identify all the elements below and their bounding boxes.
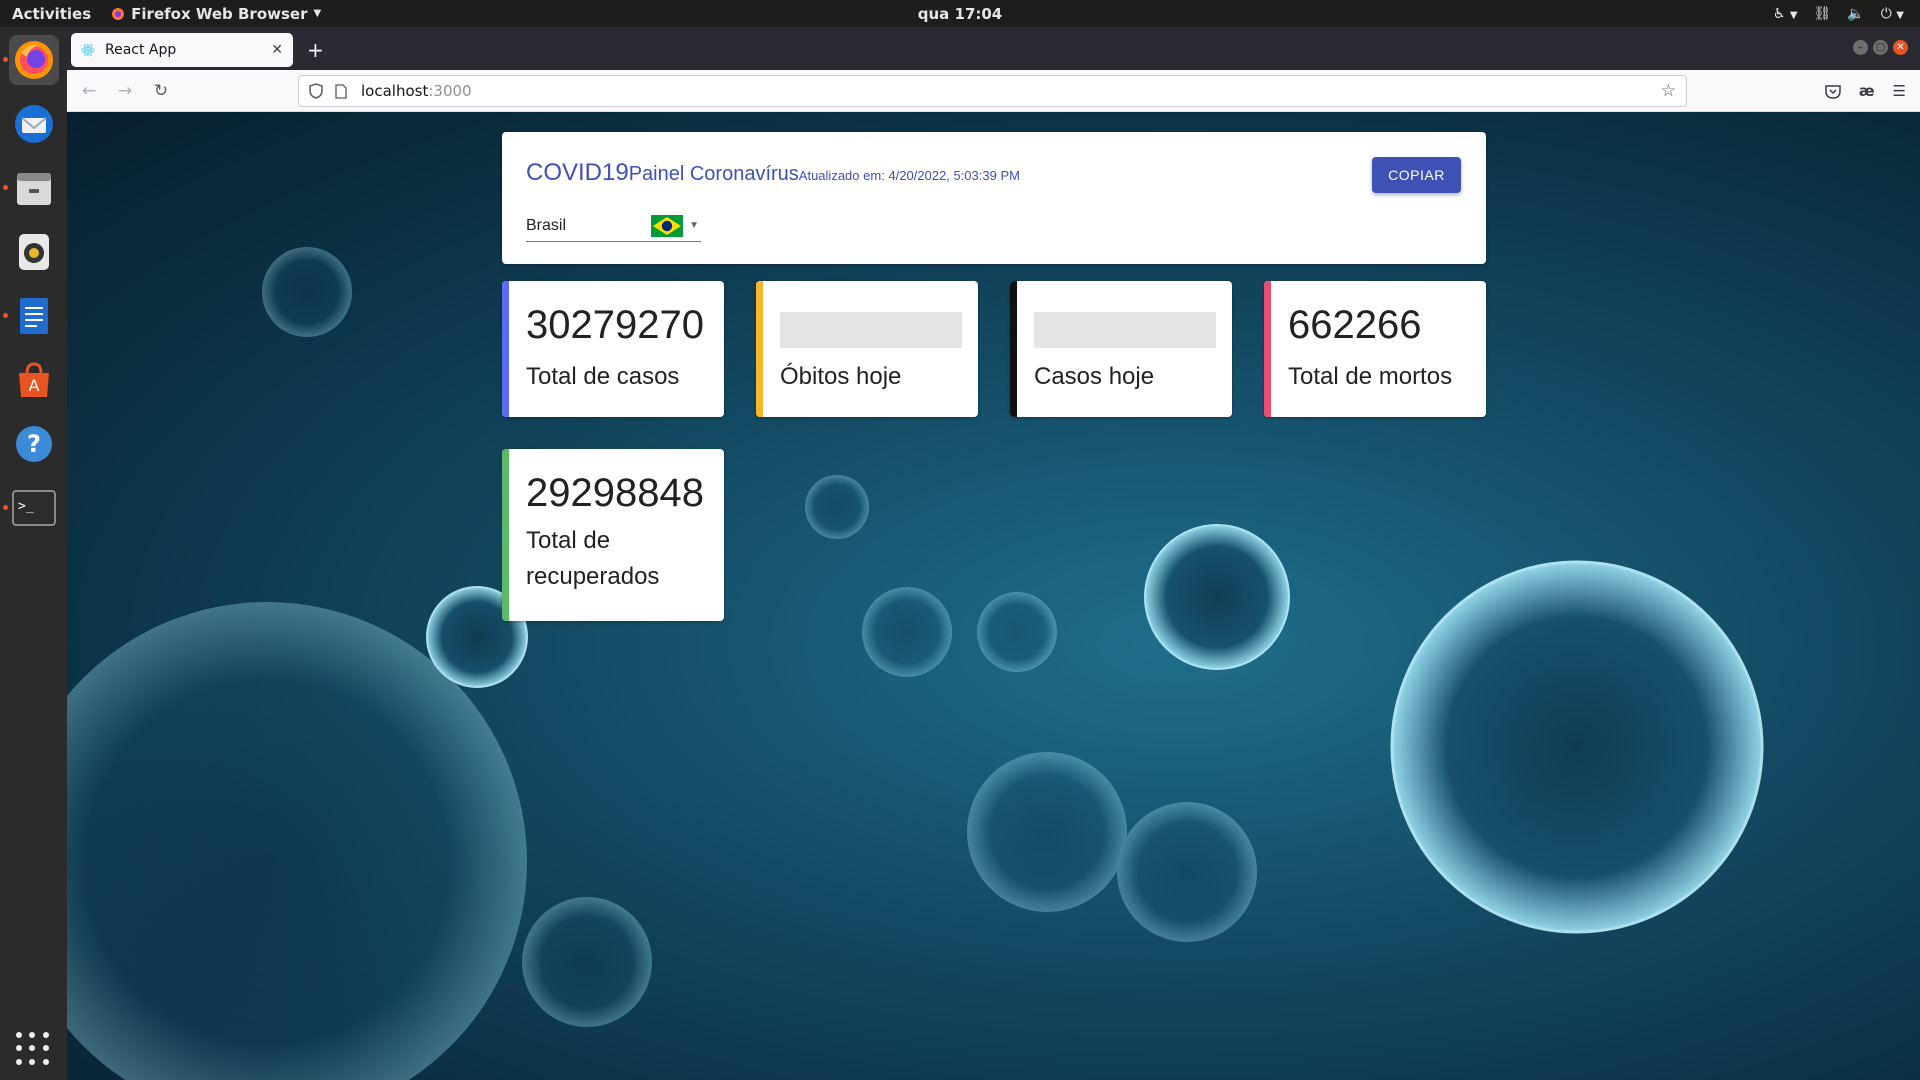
back-button[interactable]: ←: [71, 81, 107, 101]
chevron-down-icon: ▼: [313, 8, 322, 19]
forward-button[interactable]: →: [107, 81, 143, 101]
hamburger-menu-icon[interactable]: ☰: [1893, 82, 1906, 100]
dock-terminal[interactable]: >_: [2, 483, 59, 533]
url-port: :3000: [428, 82, 472, 100]
dock-rhythmbox[interactable]: [9, 227, 59, 277]
updated-timestamp: Atualizado em: 4/20/2022, 5:03:39 PM: [798, 168, 1020, 183]
browser-nav-bar: ← → ↻ localhost:3000 ☆ æ ☰: [67, 70, 1920, 112]
card-accent-bar: [502, 281, 509, 417]
firefox-small-icon: [112, 7, 125, 20]
card-label: Total de mortos: [1288, 363, 1453, 390]
writer-icon: [19, 298, 48, 334]
card-label: Casos hoje: [1034, 363, 1155, 390]
close-tab-icon[interactable]: ✕: [271, 42, 283, 58]
gnome-top-bar: Activities Firefox Web Browser ▼ qua 17:…: [0, 0, 1920, 27]
window-controls: – □ ✕: [1853, 40, 1908, 55]
help-icon: ?: [15, 426, 52, 462]
volume-icon[interactable]: 🔈: [1847, 6, 1864, 22]
running-indicator: [2, 313, 8, 318]
thunderbird-icon: [14, 105, 53, 143]
running-indicator: [2, 505, 8, 510]
activities-button[interactable]: Activities: [12, 5, 91, 23]
rhythmbox-icon: [18, 234, 49, 270]
card-accent-bar: [502, 449, 509, 621]
minimize-icon[interactable]: –: [1853, 40, 1868, 55]
running-indicator: [2, 57, 8, 62]
loading-skeleton: [780, 312, 962, 348]
dashboard-title: COVID19 Painel Coronavírus Atualizado em…: [526, 159, 1020, 187]
svg-text:A: A: [28, 376, 39, 395]
power-icon[interactable]: ⏻ ▼: [1881, 6, 1904, 22]
card-value: 662266: [1288, 303, 1422, 347]
running-indicator: [2, 185, 8, 190]
accessibility-icon[interactable]: ♿ ▼: [1773, 6, 1798, 22]
toolbar-right: æ ☰: [1825, 70, 1906, 112]
url-bar[interactable]: localhost:3000 ☆: [298, 75, 1687, 107]
card-total-deaths: 662266 Total de mortos: [1264, 281, 1486, 417]
brazil-flag-icon: [651, 214, 684, 237]
card-total-recovered: 29298848 Total de recuperados: [502, 449, 724, 621]
dashboard-header-card: COVID19 Painel Coronavírus Atualizado em…: [502, 132, 1486, 264]
card-label: Total de casos: [526, 363, 680, 390]
extension-icon[interactable]: æ: [1859, 82, 1875, 100]
tab-title: React App: [105, 42, 177, 58]
card-accent-bar: [756, 281, 763, 417]
app-menu[interactable]: Firefox Web Browser ▼: [111, 5, 321, 23]
card-label: Total de recuperados: [526, 527, 660, 590]
software-icon: A: [18, 362, 49, 397]
dock-files[interactable]: [2, 163, 59, 213]
dock-writer[interactable]: [2, 291, 59, 341]
card-cases-today: Casos hoje: [1010, 281, 1232, 417]
reload-button[interactable]: ↻: [143, 81, 179, 101]
card-accent-bar: [1264, 281, 1271, 417]
card-accent-bar: [1010, 281, 1017, 417]
show-applications-icon[interactable]: [16, 1032, 50, 1066]
page-icon: [335, 83, 347, 99]
card-deaths-today: Óbitos hoje: [756, 281, 978, 417]
dock-firefox[interactable]: [2, 35, 59, 85]
app-menu-label: Firefox Web Browser: [131, 4, 308, 23]
bookmark-star-icon[interactable]: ☆: [1661, 81, 1676, 101]
firefox-icon: [14, 41, 53, 79]
terminal-icon: >_: [11, 490, 56, 526]
title-covid19: COVID19: [526, 159, 629, 186]
card-label: Óbitos hoje: [780, 363, 902, 390]
svg-text:?: ?: [27, 430, 41, 458]
country-select-value: Brasil: [526, 216, 567, 234]
page-viewport: COVID19 Painel Coronavírus Atualizado em…: [67, 112, 1920, 1080]
browser-tab-bar: React App ✕ + – □ ✕: [67, 27, 1920, 70]
shield-icon: [309, 83, 323, 99]
title-painel: Painel Coronavírus: [628, 163, 799, 185]
system-tray[interactable]: ♿ ▼ ⛓ 🔈 ⏻ ▼: [1773, 0, 1904, 27]
dock-thunderbird[interactable]: [9, 99, 59, 149]
copy-button[interactable]: COPIAR: [1372, 157, 1461, 193]
pocket-icon[interactable]: [1825, 84, 1841, 99]
network-icon[interactable]: ⛓: [1814, 6, 1832, 22]
dock-software[interactable]: A: [9, 355, 59, 405]
dock-help[interactable]: ?: [9, 419, 59, 469]
maximize-icon[interactable]: □: [1873, 40, 1888, 55]
tab-react-app[interactable]: React App ✕: [71, 33, 293, 67]
files-icon: [16, 173, 51, 205]
country-select[interactable]: Brasil ▼: [526, 210, 701, 242]
clock[interactable]: qua 17:04: [918, 5, 1003, 23]
card-value: 30279270: [526, 303, 704, 347]
new-tab-button[interactable]: +: [307, 38, 324, 62]
card-total-cases: 30279270 Total de casos: [502, 281, 724, 417]
react-favicon-icon: [81, 44, 95, 56]
loading-skeleton: [1034, 312, 1216, 348]
dock: A ? >_: [0, 27, 67, 1080]
svg-text:>_: >_: [18, 499, 34, 514]
dropdown-arrow-icon: ▼: [689, 220, 699, 231]
close-window-icon[interactable]: ✕: [1893, 40, 1908, 55]
url-host: localhost: [361, 82, 429, 100]
card-value: 29298848: [526, 471, 704, 515]
